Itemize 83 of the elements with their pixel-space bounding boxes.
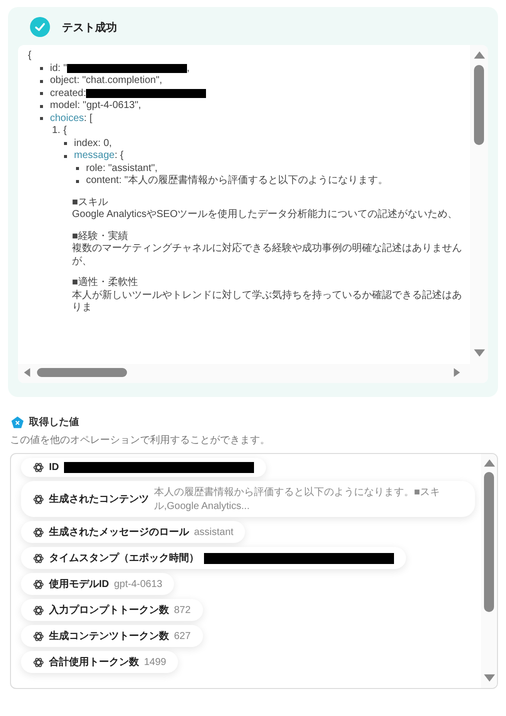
key-text: object [50, 75, 77, 88]
bullet-mark [40, 67, 43, 70]
key-text: content [86, 175, 119, 188]
vertical-scrollbar[interactable] [470, 45, 488, 383]
flower-icon [33, 552, 44, 564]
key-text: role [86, 162, 103, 175]
chip-value: 本人の履歴書情報から評価すると以下のようになります。■スキル,Google Analytics... [154, 486, 442, 513]
scroll-left-icon[interactable] [24, 368, 31, 377]
content-line: ■スキル [72, 196, 110, 209]
chip-label: 入力プロンプトトークン数 [49, 603, 169, 617]
key-text: id [50, 62, 58, 75]
value-text: : [ [84, 112, 92, 125]
value-chip[interactable]: 合計使用トークン数 1499 [21, 651, 178, 673]
value-chip[interactable]: タイムスタンプ（エポック時間） [21, 547, 406, 569]
content-line: 複数のマーケティングチャネルに対応できる経験や成功事例の明確な記述はありませんが、 [72, 243, 462, 268]
chip-value: 872 [174, 604, 191, 616]
value-text: , [186, 62, 190, 75]
bullet-mark [64, 154, 67, 158]
section-description: この値を他のオペレーションで利用することができます。 [10, 434, 271, 447]
chip-label: 生成コンテンツトークン数 [49, 630, 169, 643]
content-line: ■経験・実績 [72, 230, 130, 242]
bullet-mark [40, 92, 43, 96]
chip-value: assistant [194, 526, 234, 538]
chip-value: gpt-4-0613 [114, 578, 162, 590]
value-chip[interactable]: 入力プロンプトトークン数 872 [21, 599, 203, 621]
flower-icon [33, 578, 44, 590]
bullet-mark [76, 180, 79, 183]
scroll-up-icon[interactable] [484, 459, 494, 467]
value-text: : "本人の履歴書情報から評価すると以下のようになります。 [118, 175, 388, 188]
key-text: model [50, 100, 78, 112]
list-number: 1. [52, 125, 60, 138]
chip-label: 生成されたコンテンツ [49, 492, 149, 506]
bullet-mark [40, 104, 43, 108]
bullet-mark [40, 80, 43, 83]
value-text: : "chat.completion", [76, 75, 162, 88]
scroll-thumb[interactable] [474, 65, 484, 145]
chip-label: 使用モデルID [49, 578, 109, 591]
key-text: index [74, 138, 98, 150]
content-line: Google AnalyticsやSEOツールを使用したデータ分析能力についての記述がないため、 [72, 209, 459, 222]
scroll-down-icon[interactable] [474, 349, 484, 357]
bullet-mark [64, 142, 67, 146]
chip-value: 627 [174, 630, 191, 642]
value-text: : 0, [98, 138, 112, 150]
value-chip[interactable]: 生成コンテンツトークン数 627 [21, 625, 203, 647]
chip-label: 生成されたメッセージのロール [49, 526, 189, 539]
flower-icon [33, 604, 44, 616]
flower-icon [33, 656, 44, 668]
value-text: : "gpt-4-0613", [77, 100, 142, 112]
value-chip[interactable]: 生成されたメッセージのロール assistant [21, 521, 246, 543]
status-title: テスト成功 [62, 20, 117, 34]
value-text: { [63, 125, 67, 138]
chip-value: 1499 [144, 656, 166, 668]
value-chip[interactable]: 生成されたコンテンツ 本人の履歴書情報から評価すると以下のようになります。■スキル,Google Analytics... [21, 481, 475, 517]
flower-icon [33, 494, 44, 504]
bullet-mark [40, 117, 43, 120]
content-line: ■適性・柔軟性 [72, 277, 140, 290]
content-line: 本人が新しいツールやトレンドに対して学ぶ気持ちを持っているか確認できる記述はありま [72, 290, 462, 314]
value-text: { [28, 50, 32, 62]
chip-label: タイムスタンプ（エポック時間） [49, 551, 199, 565]
flower-icon [33, 462, 44, 473]
value-text: : "assistant", [102, 162, 158, 174]
scroll-up-icon[interactable] [474, 51, 484, 59]
bullet-mark [76, 167, 79, 170]
flower-icon [33, 630, 44, 642]
horizontal-scrollbar[interactable] [18, 364, 470, 383]
value-text: : [83, 88, 86, 100]
scroll-right-icon[interactable] [453, 368, 460, 377]
key-link[interactable]: message [74, 150, 115, 162]
value-text: : { [114, 150, 124, 162]
scroll-down-icon[interactable] [484, 674, 494, 682]
section-title: 取得した値 [29, 416, 79, 429]
value-chip[interactable]: 使用モデルID gpt-4-0613 [21, 573, 174, 595]
chip-label: ID [49, 462, 59, 473]
chip-label: 合計使用トークン数 [49, 656, 139, 669]
pentagon-icon [11, 416, 24, 428]
vertical-scrollbar[interactable] [481, 454, 497, 688]
value-text: : " [58, 62, 67, 75]
value-chip[interactable]: ID [21, 458, 266, 477]
key-link[interactable]: choices [50, 112, 84, 125]
scroll-thumb[interactable] [37, 368, 127, 377]
flower-icon [33, 526, 44, 538]
key-text: created [50, 88, 84, 100]
scroll-thumb[interactable] [484, 472, 494, 612]
